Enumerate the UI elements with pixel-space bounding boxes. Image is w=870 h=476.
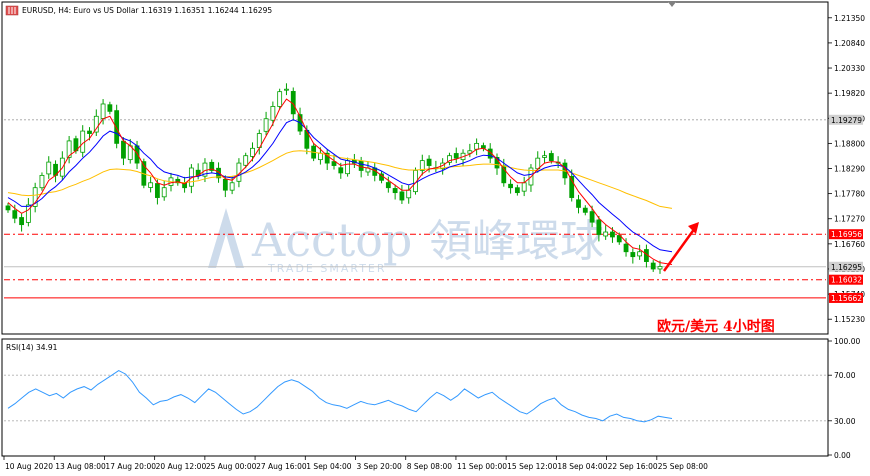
x-tick-label: 27 Aug 16:00 <box>256 462 307 471</box>
candle-body <box>46 161 52 175</box>
candle-body <box>358 160 364 171</box>
candle-body <box>87 130 92 134</box>
candle-body <box>12 210 18 219</box>
rsi-label: RSI(14) 34.91 <box>6 343 58 352</box>
candle-body <box>222 178 228 191</box>
candle-body <box>161 187 167 198</box>
x-tick-label: 1 Sep 04:00 <box>306 462 352 471</box>
candle-body <box>603 231 609 237</box>
candle-body <box>582 207 588 213</box>
candle-body <box>650 262 656 270</box>
candle-body <box>155 183 160 198</box>
candle-body <box>25 204 31 223</box>
candle-body <box>19 217 24 226</box>
candle-body <box>318 152 323 161</box>
candle-body <box>338 167 344 174</box>
price-label-text: 1.16032 <box>831 276 862 285</box>
candle-body <box>148 182 154 188</box>
candle-body <box>107 104 113 112</box>
rsi-tick-label: 70.00 <box>834 371 856 380</box>
x-tick-label: 25 Sep 08:00 <box>658 462 708 471</box>
rsi-tick-label: 100.00 <box>834 337 860 346</box>
candle-body <box>521 182 527 192</box>
x-tick-label: 10 Aug 2020 <box>5 462 53 471</box>
watermark-brand: Acctop <box>251 213 412 267</box>
candle-body <box>229 182 235 191</box>
x-tick-label: 22 Sep 16:00 <box>608 462 658 471</box>
watermark-brand-cn: 領峰環球 <box>428 216 604 267</box>
candle-body <box>426 158 432 166</box>
candle-body <box>637 251 643 257</box>
price-label-text: 1.16956 <box>831 230 862 239</box>
x-axis: 10 Aug 2020 13 Aug 08:00 17 Aug 20:00 20 Au… <box>3 456 708 471</box>
candle-body <box>596 219 602 235</box>
candle-body <box>277 91 283 107</box>
y-tick-label: 1.17780 <box>834 190 865 199</box>
price-label-text: 1.19279 <box>831 116 862 125</box>
candle-body <box>610 231 615 238</box>
candle-body <box>121 140 126 159</box>
x-tick-label: 8 Sep 08:00 <box>407 462 453 471</box>
candle-body <box>250 147 255 157</box>
candle-body <box>508 183 513 189</box>
rsi-tick-label: 30.00 <box>834 417 856 426</box>
x-tick-label: 11 Sep 00:00 <box>457 462 507 471</box>
y-tick-label: 1.19820 <box>834 89 865 98</box>
candle-body <box>406 189 412 199</box>
candle-body <box>576 199 581 208</box>
symbol-info: EURUSD, H4: Euro vs US Dollar 1.16319 1.… <box>22 6 272 15</box>
rsi-tick-label: 0.00 <box>834 451 851 460</box>
x-tick-label: 15 Sep 12:00 <box>507 462 557 471</box>
watermark-tagline: TRADE SMARTER <box>267 262 387 275</box>
candle-body <box>392 188 398 194</box>
candle-body <box>100 103 106 119</box>
price-label-text: 1.16295 <box>831 263 862 272</box>
candle-body <box>39 174 45 189</box>
candle-body <box>514 187 520 194</box>
y-tick-label: 1.18290 <box>834 165 865 174</box>
rsi-pane-frame <box>1 338 829 457</box>
y-tick-label: 1.16760 <box>834 240 865 249</box>
candle-body <box>345 160 350 175</box>
chart-svg: Acctop 領峰環球 TRADE SMARTER 1.21350 1.20840… <box>1 1 865 471</box>
y-tick-label: 1.18800 <box>834 139 865 148</box>
y-tick-label: 1.17270 <box>834 215 865 224</box>
candle-body <box>474 142 480 150</box>
price-label-text: 1.15662 <box>831 294 862 303</box>
x-tick-label: 20 Aug 12:00 <box>156 462 207 471</box>
y-tick-label: 1.21350 <box>834 14 865 23</box>
candle-body <box>93 115 99 133</box>
x-tick-label: 25 Aug 00:00 <box>206 462 257 471</box>
candle-body <box>623 243 629 253</box>
candle-body <box>548 153 554 162</box>
x-tick-label: 3 Sep 20:00 <box>357 462 403 471</box>
candle-body <box>399 191 405 201</box>
y-tick-label: 1.15230 <box>834 315 865 324</box>
candle-body <box>134 145 140 164</box>
candle-body <box>385 182 391 189</box>
candle-body <box>80 130 86 153</box>
candle-body <box>284 88 289 91</box>
annotation-title: 欧元/美元 4小时图 <box>657 318 775 335</box>
candle-body <box>270 106 276 121</box>
candle-body <box>263 118 269 132</box>
candle-body <box>589 211 595 223</box>
candle-body <box>630 252 636 258</box>
x-tick-label: 18 Sep 04:00 <box>557 462 607 471</box>
candle-body <box>243 155 249 166</box>
candle-body <box>657 266 663 270</box>
x-tick-label: 17 Aug 20:00 <box>105 462 156 471</box>
candle-body <box>453 153 459 159</box>
y-tick-label: 1.20840 <box>834 39 865 48</box>
x-tick-label: 13 Aug 08:00 <box>55 462 106 471</box>
candle-body <box>5 205 11 211</box>
watermark: Acctop 領峰環球 TRADE SMARTER <box>208 208 604 275</box>
y-tick-label: 1.20330 <box>834 64 865 73</box>
candle-body <box>542 155 547 158</box>
